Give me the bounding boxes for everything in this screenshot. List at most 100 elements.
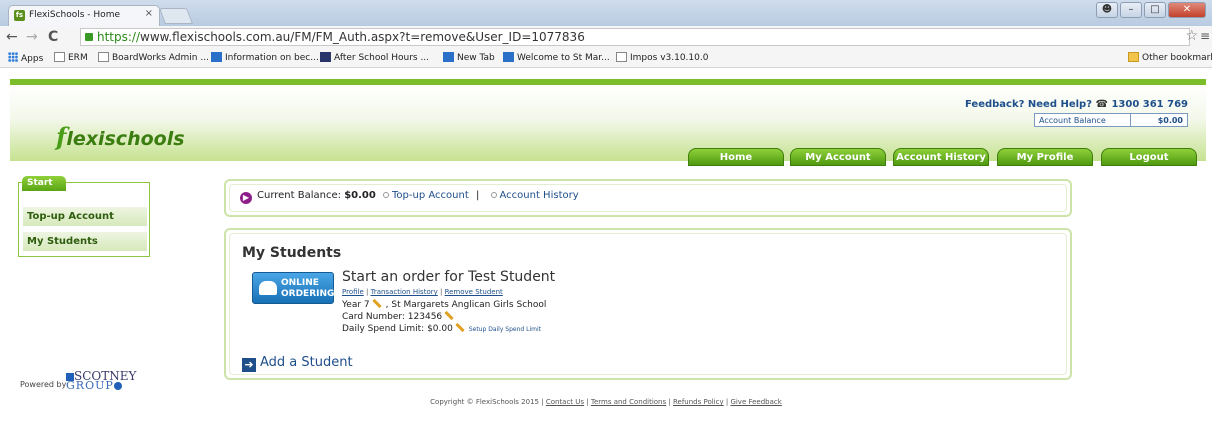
add-student-link[interactable]: ➜ Add a Student xyxy=(242,355,353,372)
tab-close-icon[interactable]: × xyxy=(145,8,153,19)
s-icon xyxy=(443,52,454,62)
transaction-history-link[interactable]: Transaction History xyxy=(371,288,438,296)
bookmark-welcome[interactable]: Welcome to St Mar... xyxy=(503,52,610,63)
back-icon[interactable]: ← xyxy=(6,29,18,45)
browser-title-bar: fs FlexiSchools - Home × ☻ – □ ✕ xyxy=(0,0,1212,26)
bookmark-new-tab[interactable]: New Tab xyxy=(443,52,495,63)
help-line: Feedback? Need Help? ☎ 1300 361 769 xyxy=(965,99,1188,110)
bookmark-after-school[interactable]: After School Hours ... xyxy=(320,52,429,63)
powered-by: Powered by xyxy=(20,380,67,389)
folder-icon xyxy=(1128,52,1139,62)
nav-my-account[interactable]: My Account xyxy=(790,148,886,166)
nav-my-profile[interactable]: My Profile xyxy=(997,148,1093,166)
apps-grid-icon xyxy=(8,52,18,62)
minimize-icon[interactable]: – xyxy=(1120,2,1142,18)
forward-icon[interactable]: → xyxy=(26,29,38,45)
separator: | xyxy=(475,190,480,201)
scotney-group-logo[interactable]: SCOTNEY GROUP xyxy=(66,370,136,391)
student-year-school: Year 7 , St Margarets Anglican Girls Scho… xyxy=(342,298,547,310)
bookmark-information[interactable]: Information on bec... xyxy=(211,52,319,63)
sidebar-tab-start[interactable]: Start xyxy=(22,176,66,191)
current-balance-value: $0.00 xyxy=(344,190,376,201)
online-ordering-button[interactable]: ONLINE ORDERING xyxy=(252,272,334,304)
balance-line: ▶ Current Balance: $0.00 Top-up Account |… xyxy=(240,190,579,204)
button-line-2: ORDERING xyxy=(281,289,335,299)
url-scheme: https:// xyxy=(97,30,141,44)
bookmark-apps[interactable]: Apps xyxy=(8,52,43,64)
bookmarks-bar: Apps ERM BoardWorks Admin ... Informatio… xyxy=(0,48,1212,68)
footer: Copyright © FlexiSchools 2015 | Contact … xyxy=(430,398,782,406)
page-icon xyxy=(54,52,65,62)
phone-icon: ☎ xyxy=(1095,99,1108,110)
terms-link[interactable]: Terms and Conditions xyxy=(591,398,666,406)
window-controls: ☻ – □ ✕ xyxy=(1096,2,1206,18)
start-order-link[interactable]: Start an order for Test Student xyxy=(342,269,555,285)
topup-link[interactable]: Top-up Account xyxy=(392,190,469,201)
page-icon xyxy=(98,52,109,62)
window-user-icon[interactable]: ☻ xyxy=(1096,2,1118,18)
edit-year-pencil-icon[interactable] xyxy=(372,298,382,309)
site-icon xyxy=(211,52,222,62)
school-text: , St Margarets Anglican Girls School xyxy=(385,300,547,310)
edit-limit-pencil-icon[interactable] xyxy=(455,322,465,333)
sidebar: Start Top-up Account My Students xyxy=(18,176,150,257)
s-icon xyxy=(503,52,514,62)
copyright: Copyright © FlexiSchools 2015 xyxy=(430,398,539,406)
daily-spend-limit: Daily Spend Limit: $0.00 Setup Daily Spen… xyxy=(342,322,541,334)
nav-account-history[interactable]: Account History xyxy=(893,148,989,166)
bookmark-impos[interactable]: Impos v3.10.10.0 xyxy=(616,52,708,63)
page-icon xyxy=(616,52,627,62)
arrow-right-icon: ▶ xyxy=(240,192,252,204)
address-row: ← → C https://www.flexischools.com.au/FM… xyxy=(0,26,1212,48)
card-number: Card Number: 123456 xyxy=(342,310,458,322)
card-number-text: Card Number: 123456 xyxy=(342,312,443,322)
bullet-icon xyxy=(383,192,390,198)
lock-icon xyxy=(85,33,93,41)
bookmark-boardworks[interactable]: BoardWorks Admin ... xyxy=(98,52,209,63)
nav-home[interactable]: Home xyxy=(688,148,784,166)
student-links: Profile | Transaction History | Remove S… xyxy=(342,288,503,296)
current-balance-label: Current Balance: xyxy=(257,190,341,201)
maximize-icon[interactable]: □ xyxy=(1144,2,1166,18)
account-balance-box: Account Balance $0.00 xyxy=(1034,113,1188,127)
my-students-panel: My Students ONLINE ORDERING Start an ord… xyxy=(224,228,1072,380)
my-students-title: My Students xyxy=(242,245,342,261)
help-link[interactable]: Feedback? Need Help? xyxy=(965,99,1092,110)
balance-label: Account Balance xyxy=(1039,116,1106,125)
other-bookmarks[interactable]: Other bookmarks xyxy=(1128,52,1212,63)
sidebar-item-my-students[interactable]: My Students xyxy=(23,232,147,251)
fc-icon xyxy=(320,52,331,62)
button-line-1: ONLINE xyxy=(281,278,319,288)
bullet-icon xyxy=(490,192,497,198)
ordering-arrow-icon xyxy=(259,281,277,295)
edit-card-pencil-icon[interactable] xyxy=(444,310,454,321)
bookmark-erm[interactable]: ERM xyxy=(54,52,88,63)
browser-tab[interactable]: fs FlexiSchools - Home × xyxy=(8,5,160,26)
account-history-link[interactable]: Account History xyxy=(500,190,579,201)
nav-logout[interactable]: Logout xyxy=(1101,148,1197,166)
reload-icon[interactable]: C xyxy=(48,29,58,45)
remove-student-link[interactable]: Remove Student xyxy=(445,288,503,296)
sidebar-item-topup[interactable]: Top-up Account xyxy=(23,207,147,226)
bookmark-star-icon[interactable]: ☆ xyxy=(1185,28,1198,44)
balance-panel: ▶ Current Balance: $0.00 Top-up Account |… xyxy=(224,179,1072,217)
give-feedback-link[interactable]: Give Feedback xyxy=(730,398,781,406)
new-tab-button[interactable] xyxy=(159,8,193,24)
tab-title: FlexiSchools - Home xyxy=(29,10,120,20)
add-arrow-icon: ➜ xyxy=(242,358,256,372)
year-text: Year 7 xyxy=(342,300,370,310)
daily-limit-text: Daily Spend Limit: $0.00 xyxy=(342,324,453,334)
window-close-icon[interactable]: ✕ xyxy=(1168,2,1206,18)
profile-link[interactable]: Profile xyxy=(342,288,364,296)
flexischools-logo[interactable]: flexischools xyxy=(56,122,185,151)
site-header: flexischools Feedback? Need Help? ☎ 1300… xyxy=(10,79,1206,166)
url-text: www.flexischools.com.au/FM/FM_Auth.aspx?… xyxy=(140,30,585,44)
address-bar[interactable]: https://www.flexischools.com.au/FM/FM_Au… xyxy=(80,28,1190,46)
contact-us-link[interactable]: Contact Us xyxy=(546,398,584,406)
phone-number: 1300 361 769 xyxy=(1111,99,1188,110)
balance-value: $0.00 xyxy=(1157,116,1183,125)
chrome-menu-icon[interactable]: ≡ xyxy=(1200,29,1210,43)
setup-limit-link[interactable]: Setup Daily Spend Limit xyxy=(469,326,541,333)
flexischools-favicon-icon: fs xyxy=(14,10,25,21)
refunds-link[interactable]: Refunds Policy xyxy=(673,398,724,406)
